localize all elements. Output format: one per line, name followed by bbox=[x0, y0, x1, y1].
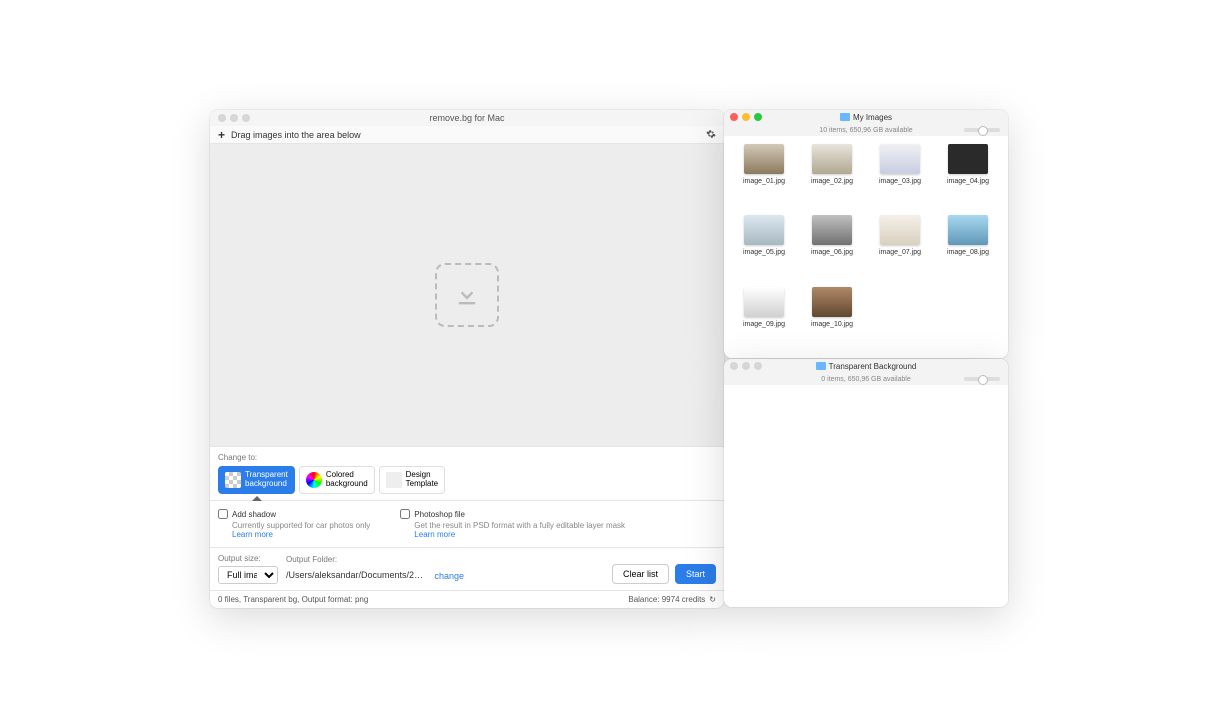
toolbar: + Drag images into the area below bbox=[210, 126, 724, 144]
output-size-select[interactable]: Full image bbox=[218, 566, 278, 584]
zoom-slider[interactable] bbox=[964, 377, 1000, 381]
file-item[interactable]: image_09.jpg bbox=[732, 287, 796, 350]
psd-title: Photoshop file bbox=[414, 510, 465, 519]
drop-target bbox=[435, 263, 499, 327]
mode-transparent-button[interactable]: Transparentbackground bbox=[218, 466, 295, 494]
template-icon bbox=[386, 472, 402, 488]
psd-checkbox[interactable] bbox=[400, 509, 410, 519]
file-label: image_07.jpg bbox=[879, 249, 921, 256]
folder-icon bbox=[840, 113, 850, 121]
shadow-learn-link[interactable]: Learn more bbox=[232, 530, 370, 539]
finder-my-images: My Images 10 items, 650,96 GB available … bbox=[724, 110, 1008, 358]
file-label: image_03.jpg bbox=[879, 178, 921, 185]
thumbnail bbox=[744, 215, 784, 245]
shadow-title: Add shadow bbox=[232, 510, 276, 519]
gear-icon bbox=[706, 129, 716, 139]
file-item[interactable]: image_07.jpg bbox=[868, 215, 932, 278]
file-item[interactable]: image_08.jpg bbox=[936, 215, 1000, 278]
shadow-desc: Currently supported for car photos only bbox=[232, 521, 370, 530]
file-item[interactable]: image_04.jpg bbox=[936, 144, 1000, 207]
file-label: image_05.jpg bbox=[743, 249, 785, 256]
thumbnail bbox=[812, 287, 852, 317]
psd-learn-link[interactable]: Learn more bbox=[414, 530, 625, 539]
drag-hint: Drag images into the area below bbox=[231, 130, 361, 140]
finder2-title: Transparent Background bbox=[724, 362, 1008, 371]
shadow-checkbox[interactable] bbox=[218, 509, 228, 519]
folder-icon bbox=[816, 362, 826, 370]
thumbnail bbox=[812, 215, 852, 245]
change-folder-link[interactable]: change bbox=[434, 571, 464, 581]
start-button[interactable]: Start bbox=[675, 564, 716, 584]
download-arrow-icon bbox=[453, 281, 481, 309]
finder1-body[interactable]: image_01.jpgimage_02.jpgimage_03.jpgimag… bbox=[724, 136, 1008, 358]
file-label: image_01.jpg bbox=[743, 178, 785, 185]
output-section: Output size: Full image Output Folder: /… bbox=[210, 547, 724, 590]
finder2-titlebar[interactable]: Transparent Background bbox=[724, 359, 1008, 373]
finder1-titlebar[interactable]: My Images bbox=[724, 110, 1008, 124]
file-item[interactable]: image_05.jpg bbox=[732, 215, 796, 278]
clear-list-button[interactable]: Clear list bbox=[612, 564, 669, 584]
mode-colored-button[interactable]: Coloredbackground bbox=[299, 466, 375, 494]
file-label: image_09.jpg bbox=[743, 321, 785, 328]
change-label: Change to: bbox=[218, 453, 716, 462]
thumbnail bbox=[880, 215, 920, 245]
file-label: image_08.jpg bbox=[947, 249, 989, 256]
file-item[interactable]: image_01.jpg bbox=[732, 144, 796, 207]
titlebar[interactable]: remove.bg for Mac bbox=[210, 110, 724, 126]
finder2-body[interactable] bbox=[724, 385, 1008, 607]
active-indicator bbox=[252, 496, 262, 501]
thumbnail bbox=[812, 144, 852, 174]
finder1-sub: 10 items, 650,96 GB available bbox=[724, 124, 1008, 136]
refresh-icon[interactable]: ↻ bbox=[709, 595, 716, 604]
change-section: Change to: Transparentbackground Colored… bbox=[210, 446, 724, 500]
file-label: image_04.jpg bbox=[947, 178, 989, 185]
thumbnail bbox=[948, 215, 988, 245]
window-title: remove.bg for Mac bbox=[210, 113, 724, 123]
settings-button[interactable] bbox=[706, 129, 716, 141]
file-item[interactable]: image_06.jpg bbox=[800, 215, 864, 278]
zoom-slider[interactable] bbox=[964, 128, 1000, 132]
output-size-label: Output size: bbox=[218, 554, 278, 563]
psd-option: Photoshop file Get the result in PSD for… bbox=[400, 509, 625, 539]
thumbnail bbox=[744, 287, 784, 317]
psd-desc: Get the result in PSD format with a full… bbox=[414, 521, 625, 530]
file-item[interactable]: image_10.jpg bbox=[800, 287, 864, 350]
output-folder-path: /Users/aleksandar/Documents/2023-04-0... bbox=[286, 570, 426, 580]
finder1-title: My Images bbox=[724, 113, 1008, 122]
color-wheel-icon bbox=[306, 472, 322, 488]
app-window: remove.bg for Mac + Drag images into the… bbox=[210, 110, 724, 608]
add-icon[interactable]: + bbox=[218, 128, 225, 142]
status-balance: Balance: 9974 credits bbox=[628, 595, 705, 604]
thumbnail bbox=[880, 144, 920, 174]
finder2-sub: 0 items, 650,96 GB available bbox=[724, 373, 1008, 385]
file-item[interactable]: image_03.jpg bbox=[868, 144, 932, 207]
thumbnail bbox=[948, 144, 988, 174]
drop-area[interactable] bbox=[210, 144, 724, 446]
shadow-option: Add shadow Currently supported for car p… bbox=[218, 509, 370, 539]
mode-template-button[interactable]: DesignTemplate bbox=[379, 466, 445, 494]
file-label: image_02.jpg bbox=[811, 178, 853, 185]
status-left: 0 files, Transparent bg, Output format: … bbox=[218, 595, 368, 604]
output-folder-label: Output Folder: bbox=[286, 555, 464, 564]
file-label: image_10.jpg bbox=[811, 321, 853, 328]
finder-transparent-bg: Transparent Background 0 items, 650,96 G… bbox=[724, 359, 1008, 607]
transparent-icon bbox=[225, 472, 241, 488]
file-item[interactable]: image_02.jpg bbox=[800, 144, 864, 207]
file-label: image_06.jpg bbox=[811, 249, 853, 256]
status-bar: 0 files, Transparent bg, Output format: … bbox=[210, 590, 724, 608]
options-section: Add shadow Currently supported for car p… bbox=[210, 500, 724, 547]
thumbnail bbox=[744, 144, 784, 174]
